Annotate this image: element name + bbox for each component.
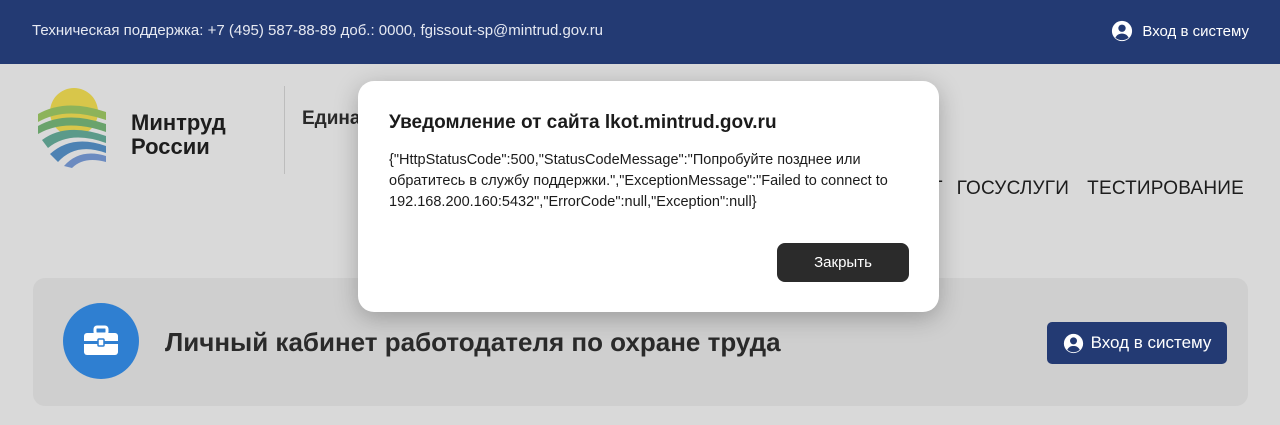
logo-text[interactable]: Минтруд России: [131, 111, 271, 159]
dialog-title: Уведомление от сайта lkot.mintrud.gov.ru: [389, 112, 777, 133]
nav-item-gosuslugi[interactable]: ГОСУСЛУГИ: [957, 178, 1070, 200]
nav-item-testing[interactable]: ТЕСТИРОВАНИЕ: [1087, 178, 1244, 200]
card-title: Личный кабинет работодателя по охране тр…: [165, 327, 781, 357]
system-name-partial: Единая инфо: [302, 108, 362, 129]
user-circle-icon: [1063, 333, 1083, 353]
dialog-message: {"HttpStatusCode":500,"StatusCodeMessage…: [389, 152, 888, 210]
close-button[interactable]: Закрыть: [777, 243, 909, 282]
site-notification-dialog: Уведомление от сайта lkot.mintrud.gov.ru…: [358, 81, 939, 312]
top-bar: Техническая поддержка: +7 (495) 587-88-8…: [0, 0, 1280, 64]
support-contact-text: Техническая поддержка: +7 (495) 587-88-8…: [32, 22, 604, 39]
briefcase-icon: [84, 325, 118, 355]
card-icon-circle: [63, 303, 139, 379]
card-login-label: Вход в систему: [1090, 333, 1212, 352]
mintrud-emblem-icon[interactable]: [36, 86, 108, 168]
main-nav: ГОСУСЛУГИ ТЕСТИРОВАНИЕ: [957, 178, 1244, 200]
top-login-label: Вход в систему: [1142, 22, 1249, 40]
card-login-button[interactable]: Вход в систему: [1047, 322, 1227, 364]
header-divider: [284, 86, 285, 174]
top-login-link[interactable]: Вход в систему: [1111, 20, 1249, 42]
user-circle-icon: [1112, 20, 1133, 42]
